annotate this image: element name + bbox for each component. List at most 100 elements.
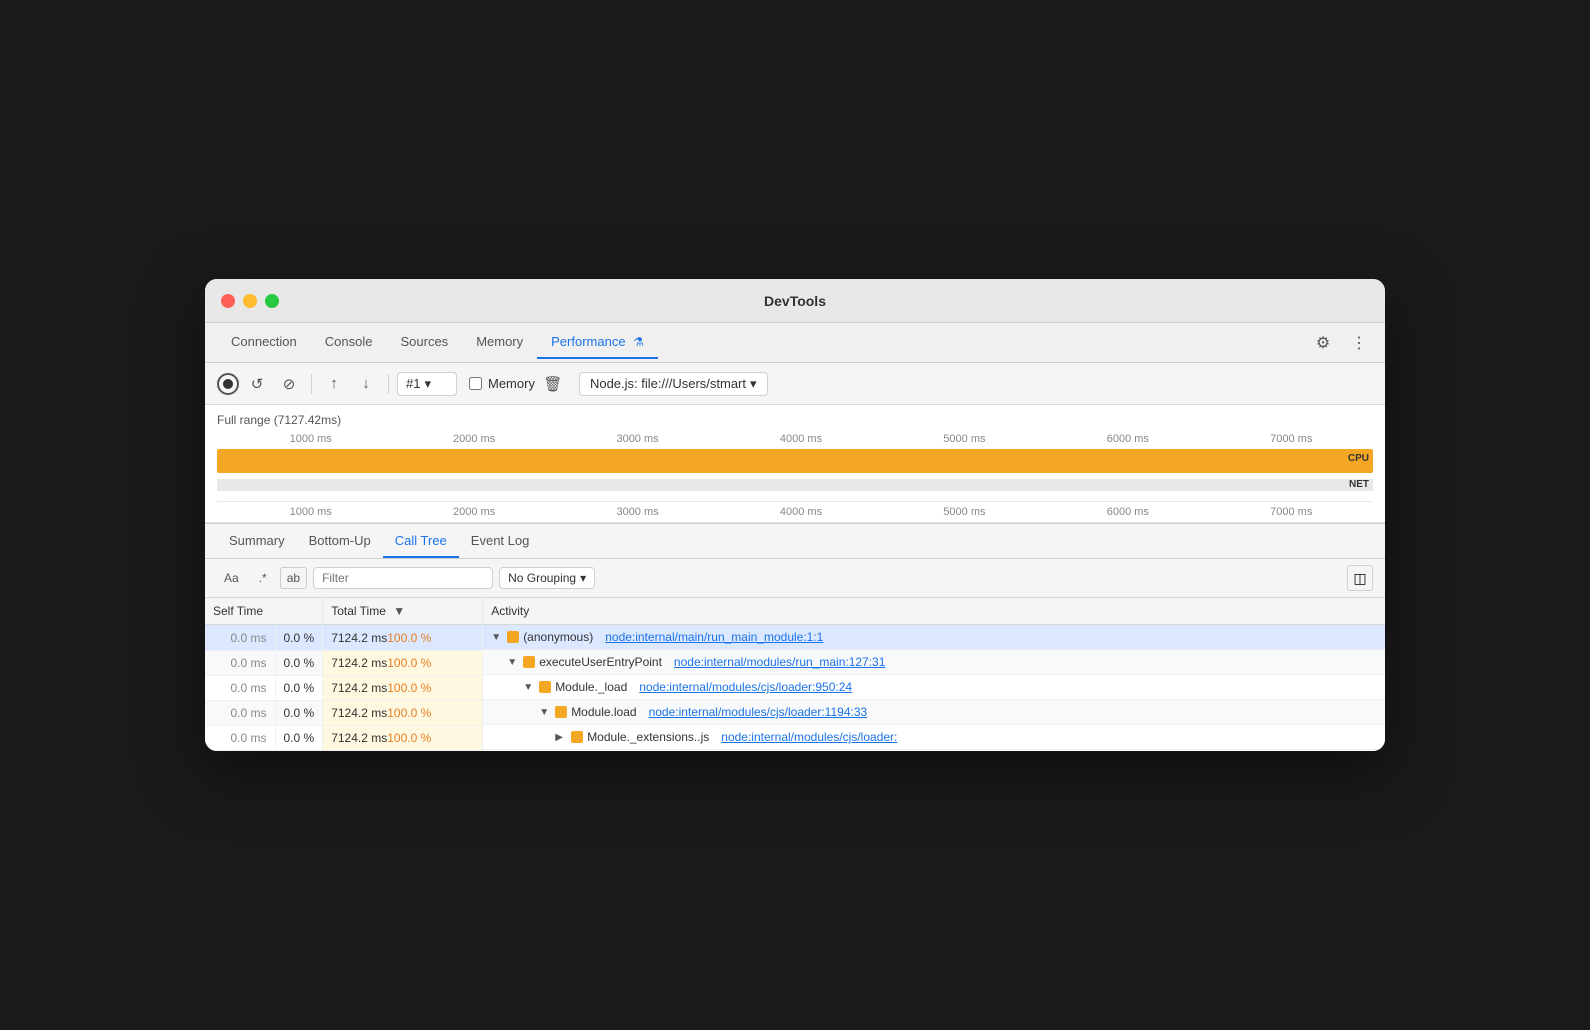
window-title: DevTools: [764, 293, 826, 309]
activity-link[interactable]: node:internal/modules/cjs/loader:1194:33: [649, 705, 868, 719]
self-pct-cell: 0.0 %: [275, 675, 323, 700]
reload-button[interactable]: ↺: [243, 370, 271, 398]
tree-expand-arrow[interactable]: ▶: [555, 732, 567, 743]
memory-checkbox[interactable]: [469, 377, 482, 390]
th-activity[interactable]: Activity: [483, 598, 1385, 625]
filter-whole-word-btn[interactable]: ab: [280, 567, 307, 589]
node-selector-arrow: ▾: [750, 376, 757, 392]
minimize-button[interactable]: [243, 294, 257, 308]
activity-cell: ▼ (anonymous) node:internal/main/run_main_…: [483, 625, 1385, 650]
table-row: 0.0 ms0.0 %7124.2 ms100.0 %▼Module.loadn…: [205, 700, 1385, 725]
total-time-cell: 7124.2 ms100.0 %: [323, 700, 483, 725]
clear-memory-button[interactable]: 🗑: [539, 370, 567, 398]
tick-6000: 6000 ms: [1046, 433, 1209, 445]
total-time-cell: 7124.2 ms100.0 %: [323, 625, 483, 651]
tick-2000: 2000 ms: [392, 433, 555, 445]
tab-summary[interactable]: Summary: [217, 525, 297, 558]
clear-button[interactable]: ⊘: [275, 370, 303, 398]
table-body: 0.0 ms0.0 %7124.2 ms100.0 %▼(anonymous)n…: [205, 625, 1385, 751]
cpu-label: CPU: [1348, 453, 1369, 464]
timeline-ruler-top: 1000 ms 2000 ms 3000 ms 4000 ms 5000 ms …: [217, 433, 1373, 445]
profile-label: #1: [406, 376, 420, 391]
btick-4000: 4000 ms: [719, 506, 882, 518]
maximize-button[interactable]: [265, 294, 279, 308]
activity-name: executeUserEntryPoint: [539, 655, 662, 669]
more-button[interactable]: ⋮: [1345, 329, 1373, 357]
activity-name: Module._extensions..js: [587, 730, 709, 744]
tab-bottom-up[interactable]: Bottom-Up: [297, 525, 383, 558]
performance-flask-icon: ⚗: [633, 335, 644, 349]
self-pct-cell: 0.0 %: [275, 700, 323, 725]
self-pct-cell: 0.0 %: [275, 725, 323, 750]
close-button[interactable]: [221, 294, 235, 308]
upload-button[interactable]: ↑: [320, 370, 348, 398]
tab-event-log[interactable]: Event Log: [459, 525, 542, 558]
download-button[interactable]: ↓: [352, 370, 380, 398]
node-selector[interactable]: Node.js: file:///Users/stmart ▾: [579, 372, 768, 396]
tick-3000: 3000 ms: [556, 433, 719, 445]
tab-performance[interactable]: Performance ⚗: [537, 326, 658, 359]
tab-call-tree[interactable]: Call Tree: [383, 525, 459, 558]
tree-expand-arrow[interactable]: ▼: [523, 682, 535, 693]
activity-name: Module._load: [555, 680, 627, 694]
tab-memory[interactable]: Memory: [462, 326, 537, 359]
activity-icon: [555, 706, 567, 718]
total-time-cell: 7124.2 ms100.0 %: [323, 650, 483, 675]
table-row: 0.0 ms0.0 %7124.2 ms100.0 %▼(anonymous)n…: [205, 625, 1385, 651]
toolbar-separator-2: [388, 374, 389, 394]
nav-actions: ⚙ ⋮: [1309, 329, 1373, 357]
btick-3000: 3000 ms: [556, 506, 719, 518]
nav-tabs-bar: Connection Console Sources Memory Perfor…: [205, 323, 1385, 363]
filter-regex-btn[interactable]: .*: [252, 567, 274, 589]
activity-link[interactable]: node:internal/modules/run_main:127:31: [674, 655, 885, 669]
table-row: 0.0 ms0.0 %7124.2 ms100.0 %▶Module._exte…: [205, 725, 1385, 750]
timeline-ruler-bottom: 1000 ms 2000 ms 3000 ms 4000 ms 5000 ms …: [217, 501, 1373, 522]
net-label: NET: [1349, 479, 1369, 490]
filter-case-btn[interactable]: Aa: [217, 567, 246, 589]
node-selector-label: Node.js: file:///Users/stmart: [590, 376, 746, 391]
settings-button[interactable]: ⚙: [1309, 329, 1337, 357]
memory-checkbox-label[interactable]: Memory: [488, 376, 535, 391]
activity-icon: [523, 656, 535, 668]
activity-link[interactable]: node:internal/main/run_main_module:1:1: [605, 630, 823, 644]
performance-toolbar: ↺ ⊘ ↑ ↓ #1 ▾ Memory 🗑 Node.js: file:///U…: [205, 363, 1385, 405]
table-header-row: Self Time Total Time ▼ Activity: [205, 598, 1385, 625]
activity-icon: [539, 681, 551, 693]
expand-columns-button[interactable]: ◫: [1347, 565, 1373, 591]
total-time-cell: 7124.2 ms100.0 %: [323, 725, 483, 750]
filter-input[interactable]: [313, 567, 493, 589]
traffic-lights: [221, 294, 279, 308]
tick-4000: 4000 ms: [719, 433, 882, 445]
net-bar: [217, 479, 1373, 491]
tab-console[interactable]: Console: [311, 326, 387, 359]
tick-5000: 5000 ms: [883, 433, 1046, 445]
activity-name: (anonymous): [523, 630, 593, 644]
tree-expand-arrow[interactable]: ▼: [507, 657, 519, 668]
grouping-label: No Grouping: [508, 571, 576, 585]
tree-expand-arrow[interactable]: ▼: [491, 632, 503, 643]
tab-connection[interactable]: Connection: [217, 326, 311, 359]
devtools-window: DevTools Connection Console Sources Memo…: [205, 279, 1385, 751]
cpu-bar: CPU: [217, 449, 1373, 473]
tab-sources[interactable]: Sources: [386, 326, 462, 359]
btick-2000: 2000 ms: [392, 506, 555, 518]
activity-link[interactable]: node:internal/modules/cjs/loader:950:24: [639, 680, 852, 694]
record-button[interactable]: [217, 373, 239, 395]
table-row: 0.0 ms0.0 %7124.2 ms100.0 %▼executeUserE…: [205, 650, 1385, 675]
activity-cell: ▼ Module.load node:internal/modules/cjs/lo…: [483, 700, 1385, 725]
activity-link[interactable]: node:internal/modules/cjs/loader:: [721, 730, 897, 744]
grouping-arrow-icon: ▾: [580, 571, 586, 585]
timeline-range-label: Full range (7127.42ms): [217, 413, 1373, 427]
activity-cell: ▼ executeUserEntryPoint node:internal/modu…: [483, 650, 1385, 675]
bottom-tabs-bar: Summary Bottom-Up Call Tree Event Log: [205, 523, 1385, 559]
th-total-time[interactable]: Total Time ▼: [323, 598, 483, 625]
profile-dropdown-arrow: ▾: [424, 376, 431, 392]
self-time-cell: 0.0 ms: [205, 675, 275, 700]
tick-1000: 1000 ms: [229, 433, 392, 445]
profile-selector[interactable]: #1 ▾: [397, 372, 457, 396]
grouping-select[interactable]: No Grouping ▾: [499, 567, 595, 589]
tree-expand-arrow[interactable]: ▼: [539, 707, 551, 718]
call-tree-table: Self Time Total Time ▼ Activity 0.0 ms0.…: [205, 598, 1385, 751]
activity-name: Module.load: [571, 705, 636, 719]
th-self-time[interactable]: Self Time: [205, 598, 323, 625]
